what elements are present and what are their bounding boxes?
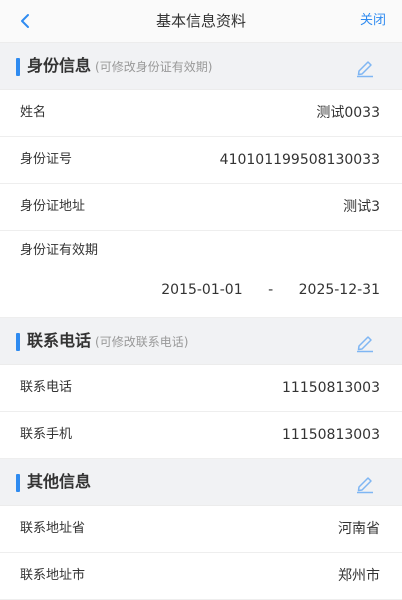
section-hint: (可修改身份证有效期) <box>95 60 213 74</box>
pencil-icon <box>357 336 373 353</box>
row-province: 联系地址省 河南省 <box>0 506 402 553</box>
section-marker <box>16 333 20 351</box>
name-value: 测试0033 <box>316 105 380 121</box>
pencil-icon <box>357 61 373 78</box>
section-title-text: 其他信息 <box>27 472 92 491</box>
contact-mobile-label: 联系手机 <box>20 427 73 442</box>
section-title: 身份信息 (可修改身份证有效期) <box>27 43 212 90</box>
id-address-label: 身份证地址 <box>20 199 86 214</box>
row-contact-phone: 联系电话 11150813003 <box>0 365 402 412</box>
section-title-text: 联系电话 <box>27 331 92 350</box>
page-title: 基本信息资料 <box>155 12 246 30</box>
row-id-address: 身份证地址 测试3 <box>0 184 402 231</box>
edit-other-button[interactable] <box>354 472 376 494</box>
edit-identity-button[interactable] <box>354 56 376 78</box>
section-title: 联系电话 (可修改联系电话) <box>27 318 188 365</box>
name-label: 姓名 <box>20 105 47 120</box>
contact-mobile-value: 11150813003 <box>282 427 380 443</box>
city-label: 联系地址市 <box>20 568 86 583</box>
section-identity: 身份信息 (可修改身份证有效期) <box>0 43 402 90</box>
id-validity-range: 2015-01-01 - 2025-12-31 <box>161 278 380 302</box>
city-value: 郑州市 <box>338 568 380 584</box>
close-button[interactable]: 关闭 <box>360 0 386 42</box>
contact-phone-value: 11150813003 <box>282 380 380 396</box>
id-number-label: 身份证号 <box>20 152 73 167</box>
section-title-text: 身份信息 <box>27 56 92 75</box>
id-number-value: 410101199508130033 <box>219 152 380 168</box>
row-name: 姓名 测试0033 <box>0 90 402 137</box>
validity-separator: - <box>268 282 274 298</box>
id-address-value: 测试3 <box>343 199 380 215</box>
nav-bar: 基本信息资料 关闭 <box>0 0 402 43</box>
section-contact: 联系电话 (可修改联系电话) <box>0 318 402 365</box>
validity-end-date[interactable]: 2025-12-31 <box>299 278 380 302</box>
row-id-number: 身份证号 410101199508130033 <box>0 137 402 184</box>
row-contact-mobile: 联系手机 11150813003 <box>0 412 402 459</box>
section-other: 其他信息 <box>0 459 402 506</box>
contact-phone-label: 联系电话 <box>20 380 73 395</box>
row-city: 联系地址市 郑州市 <box>0 553 402 600</box>
id-validity-label: 身份证有效期 <box>20 243 99 258</box>
edit-contact-button[interactable] <box>354 331 376 353</box>
section-marker <box>16 474 20 492</box>
validity-start-date[interactable]: 2015-01-01 <box>161 278 242 302</box>
section-hint: (可修改联系电话) <box>95 335 189 349</box>
province-value: 河南省 <box>338 521 380 537</box>
section-title: 其他信息 <box>27 459 91 505</box>
row-id-validity: 身份证有效期 2015-01-01 - 2025-12-31 <box>0 231 402 318</box>
pencil-icon <box>357 477 373 494</box>
section-marker <box>16 58 20 76</box>
province-label: 联系地址省 <box>20 521 86 536</box>
